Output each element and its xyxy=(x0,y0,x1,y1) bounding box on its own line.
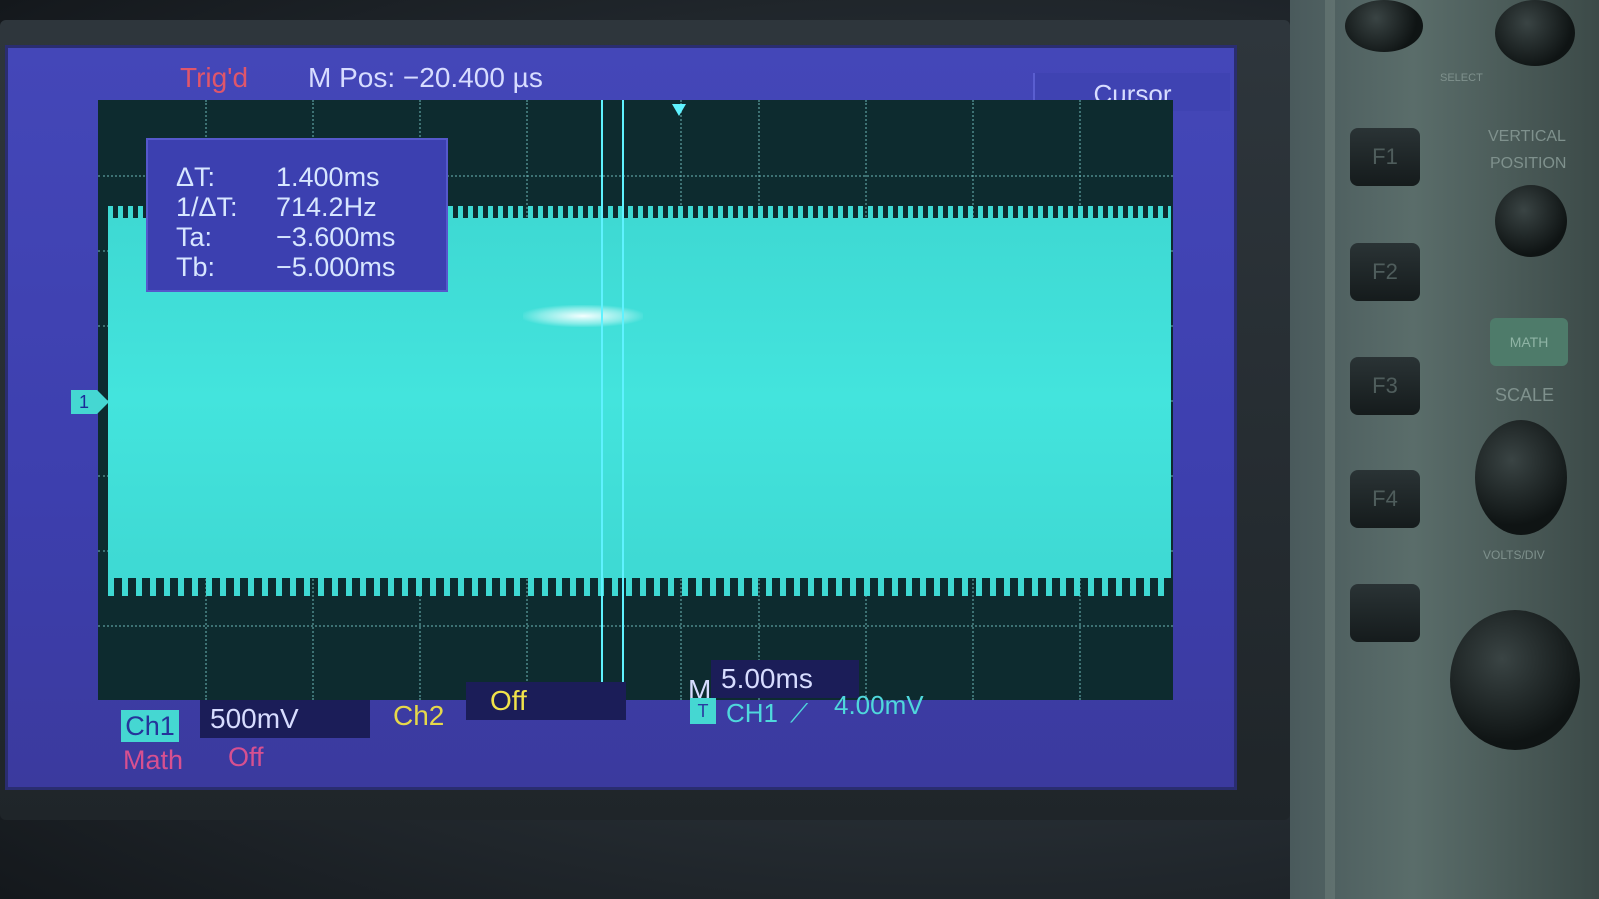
f4-button[interactable]: F4 xyxy=(1350,470,1420,528)
freq-value: 714.2Hz xyxy=(276,192,377,222)
scale-label: SCALE xyxy=(1495,385,1555,405)
vertical-position-knob[interactable] xyxy=(1495,185,1567,257)
ch1-label[interactable]: Ch1 xyxy=(121,710,179,742)
freq-label: 1/ΔT: xyxy=(176,192,238,222)
multipurpose-knob[interactable] xyxy=(1345,0,1423,52)
delta-t-label: ΔT: xyxy=(176,162,216,192)
delta-t-value: 1.400ms xyxy=(276,162,380,192)
main-position: M Pos: −20.400 µs xyxy=(308,62,543,93)
select-label: SELECT xyxy=(1440,72,1483,84)
f5-button[interactable] xyxy=(1350,584,1420,642)
scope-screen: Trig'd M Pos: −20.400 µs Cursor ΔT: 1.40… xyxy=(5,45,1237,790)
f3-button[interactable]: F3 xyxy=(1350,357,1420,415)
top-status-bar: Trig'd M Pos: −20.400 µs Cursor xyxy=(8,48,1234,111)
trigger-icon: T xyxy=(690,698,716,724)
cursor-b-line[interactable] xyxy=(622,100,624,700)
trigger-status: Trig'd xyxy=(180,62,249,93)
select-knob[interactable] xyxy=(1495,0,1575,66)
ch1-scale: 500mV xyxy=(200,700,370,738)
math-value: Off xyxy=(228,742,264,772)
trigger-position-marker xyxy=(672,104,686,116)
vertical-label: VERTICAL xyxy=(1488,128,1566,145)
trigger-source: CH1 xyxy=(726,698,779,728)
bottom-status-bar: Ch1 500mV Ch2 Off M 5.00ms T CH1 ⟋ 4.00m… xyxy=(8,660,1234,790)
math-button[interactable]: MATH xyxy=(1490,318,1568,366)
ch2-label[interactable]: Ch2 xyxy=(393,700,444,732)
screen-glare xyxy=(523,305,643,327)
cursor-a-line[interactable] xyxy=(601,100,603,700)
ta-value: −3.600ms xyxy=(276,222,396,252)
trigger-level: 4.00mV xyxy=(834,690,924,720)
math-label[interactable]: Math xyxy=(123,745,183,776)
bnc-connector[interactable] xyxy=(1450,610,1580,750)
grid-horizontal-line xyxy=(98,625,1173,627)
tb-value: −5.000ms xyxy=(276,252,396,282)
cursor-readout-box: ΔT: 1.400ms 1/ΔT: 714.2Hz Ta: −3.600ms T… xyxy=(146,138,448,292)
panel-divider xyxy=(1325,0,1335,899)
ta-label: Ta: xyxy=(176,222,213,252)
volts-div-label: VOLTS/DIV xyxy=(1483,548,1545,562)
ch2-scale: Off xyxy=(466,682,626,720)
ch1-waveform-lower-edge xyxy=(108,570,1171,596)
position-label: POSITION xyxy=(1490,155,1567,172)
ch1-ground-marker: 1 xyxy=(71,390,109,414)
trigger-edge-icon: ⟋ xyxy=(790,698,809,728)
f1-button[interactable]: F1 xyxy=(1350,128,1420,186)
f2-button[interactable]: F2 xyxy=(1350,243,1420,301)
tb-label: Tb: xyxy=(176,252,216,282)
vertical-scale-knob[interactable] xyxy=(1475,420,1567,535)
